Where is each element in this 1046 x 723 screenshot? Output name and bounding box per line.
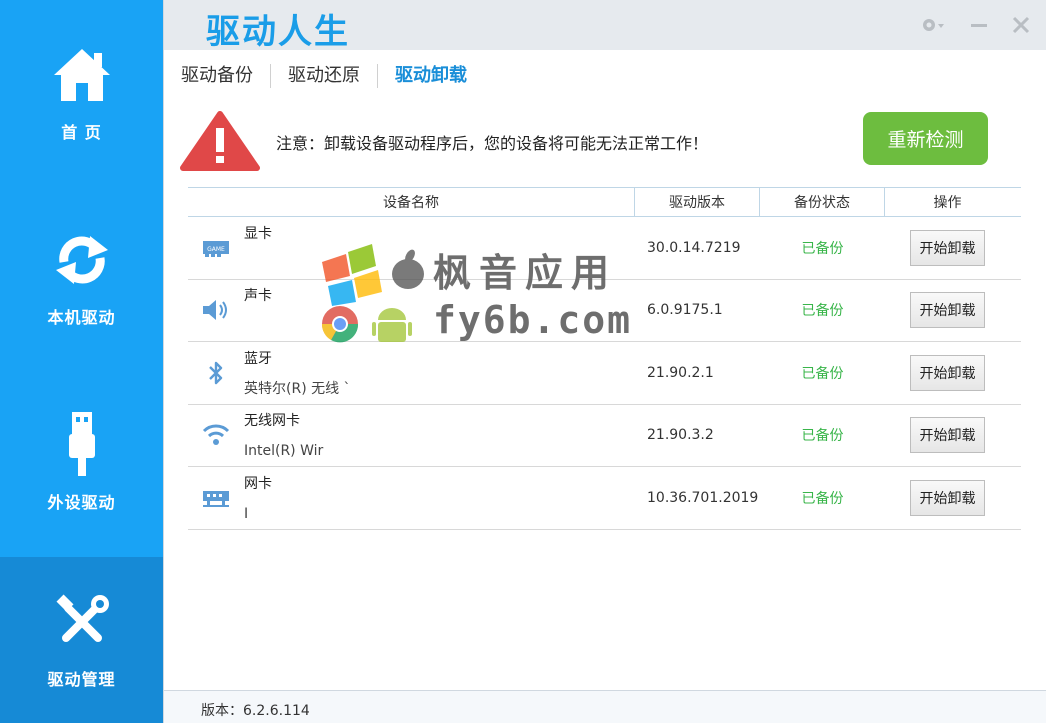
bluetooth-icon <box>188 359 244 387</box>
uninstall-button[interactable]: 开始卸载 <box>910 229 985 266</box>
driver-version: 30.0.14.7219 <box>647 239 741 256</box>
gear-icon <box>923 19 944 31</box>
speaker-icon <box>188 298 244 322</box>
settings-button[interactable] <box>920 12 946 38</box>
sidebar-item-local-drivers[interactable]: 本机驱动 <box>0 185 163 370</box>
warning-text: 注意：卸载设备驱动程序后，您的设备将可能无法正常工作！ <box>276 134 709 153</box>
column-header-backup-status: 备份状态 <box>760 188 885 216</box>
table-row: 网卡 I 10.36.701.2019 已备份 开始卸载 <box>188 467 1021 530</box>
ethernet-icon <box>188 487 244 509</box>
content-area: 驱动备份 驱动还原 驱动卸载 注意：卸载设备驱动程序后，您的设备将可能无法正常工… <box>164 50 1046 690</box>
watermark-url: fy6b.com <box>433 298 633 342</box>
device-name: 蓝牙 <box>244 350 272 367</box>
sidebar-item-label: 本机驱动 <box>47 307 116 327</box>
sidebar-item-peripheral-drivers[interactable]: 外设驱动 <box>0 370 163 555</box>
sidebar-item-label: 驱动管理 <box>47 670 116 689</box>
uninstall-button[interactable]: 开始卸载 <box>910 292 985 329</box>
tab-driver-uninstall[interactable]: 驱动卸载 <box>378 64 484 88</box>
wifi-icon <box>188 422 244 448</box>
svg-text:GAME: GAME <box>207 246 225 253</box>
uninstall-button[interactable]: 开始卸载 <box>910 479 985 516</box>
version-label: 版本：6.2.6.114 <box>201 703 310 719</box>
home-icon <box>50 43 114 107</box>
driver-version: 21.90.3.2 <box>647 427 714 444</box>
backup-status: 已备份 <box>801 365 844 382</box>
main-panel: 驱动人生 驱动备份 驱动还原 驱动卸载 注意：卸载设备驱动程序后，您的设备将可能… <box>163 0 1046 723</box>
footer-divider <box>164 690 1046 691</box>
driver-version: 21.90.2.1 <box>647 364 714 381</box>
backup-status: 已备份 <box>801 490 844 507</box>
app-title: 驱动人生 <box>206 12 350 52</box>
device-description: I <box>244 505 249 522</box>
sidebar-item-driver-management[interactable]: 驱动管理 <box>0 557 163 723</box>
backup-status: 已备份 <box>801 428 844 445</box>
device-name: 无线网卡 <box>244 413 300 430</box>
sidebar: 首 页 本机驱动 外设驱动 驱动管理 <box>0 0 163 723</box>
backup-status: 已备份 <box>801 303 844 320</box>
minimize-icon <box>971 24 987 27</box>
tab-driver-backup[interactable]: 驱动备份 <box>181 64 271 88</box>
driver-version: 6.0.9175.1 <box>647 302 723 319</box>
tab-bar: 驱动备份 驱动还原 驱动卸载 <box>181 62 484 90</box>
column-header-driver-version: 驱动版本 <box>635 188 760 216</box>
recheck-button[interactable]: 重新检测 <box>863 112 988 165</box>
gpu-icon: GAME <box>188 238 244 258</box>
sidebar-item-home[interactable]: 首 页 <box>0 0 163 185</box>
minimize-button[interactable] <box>966 12 992 38</box>
uninstall-button[interactable]: 开始卸载 <box>910 354 985 391</box>
device-description: Intel(R) Wir <box>244 443 324 460</box>
column-header-device-name: 设备名称 <box>188 188 635 216</box>
tab-driver-restore[interactable]: 驱动还原 <box>271 64 378 88</box>
table-row: 蓝牙 英特尔(R) 无线 ` 21.90.2.1 已备份 开始卸载 <box>188 342 1021 405</box>
watermark-text: 枫音应用 <box>433 251 618 295</box>
driver-version: 10.36.701.2019 <box>647 489 759 506</box>
device-description: 英特尔(R) 无线 ` <box>244 380 351 397</box>
sidebar-item-label: 外设驱动 <box>47 492 116 512</box>
uninstall-button[interactable]: 开始卸载 <box>910 417 985 454</box>
title-bar: 驱动人生 <box>164 0 1046 52</box>
column-header-action: 操作 <box>933 195 962 211</box>
sidebar-item-label: 首 页 <box>61 122 102 142</box>
table-header: 设备名称 驱动版本 备份状态 操作 <box>188 187 1021 217</box>
tools-icon <box>50 590 114 654</box>
close-icon <box>1012 16 1030 34</box>
device-name: 网卡 <box>244 475 272 492</box>
backup-status: 已备份 <box>801 240 844 257</box>
usb-icon <box>50 411 114 477</box>
table-row: 无线网卡 Intel(R) Wir 21.90.3.2 已备份 开始卸载 <box>188 405 1021 467</box>
warning-icon <box>179 110 261 176</box>
refresh-icon <box>50 228 114 292</box>
driver-table: 设备名称 驱动版本 备份状态 操作 GAME 显卡 30.0.14.7219 已… <box>188 187 1021 530</box>
close-button[interactable] <box>1008 12 1034 38</box>
